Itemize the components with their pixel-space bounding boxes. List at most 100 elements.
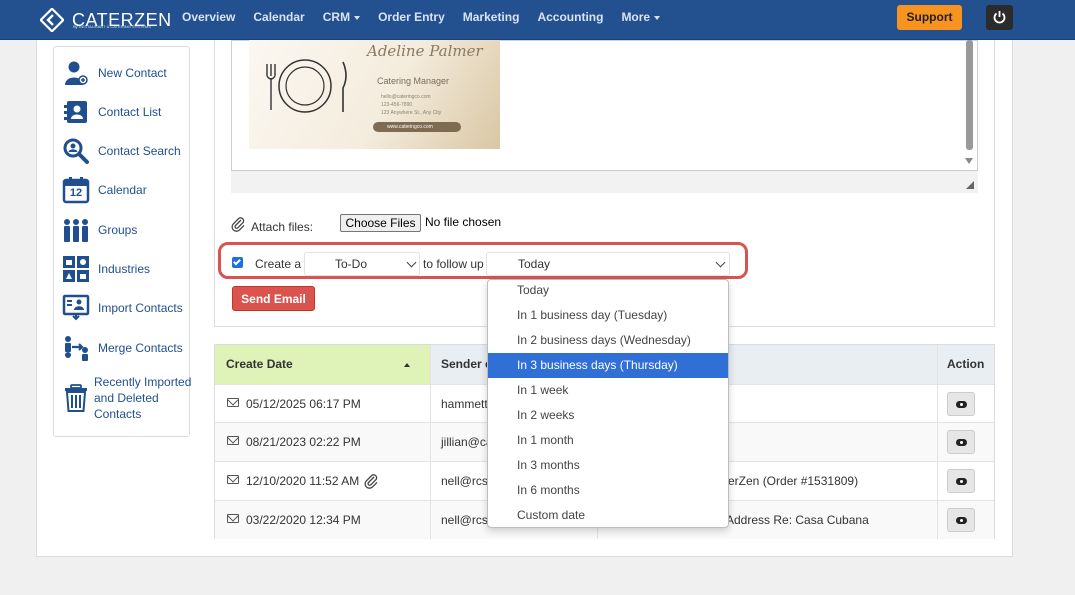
chevron-down-icon [715, 257, 726, 268]
row-subject: il Address Re: Casa Cubana [718, 513, 869, 527]
top-nav-bar: CATERZEN By RESTAURANT & CATERING SYSTEM… [0, 0, 1075, 40]
sidebar-item-label: Groups [98, 223, 138, 237]
dropdown-option[interactable]: Today [488, 278, 728, 303]
dropdown-option-highlighted[interactable]: In 3 business days (Thursday) [488, 353, 728, 378]
row-create-date: 12/10/2020 11:52 AM [246, 474, 360, 488]
sidebar-item-label: Contact List [98, 105, 162, 119]
dropdown-option[interactable]: In 6 months [488, 478, 728, 503]
sidebar-item-label: Industries [98, 262, 151, 276]
attach-files-label: Attach files: [251, 220, 314, 234]
sidebar-item-industries[interactable]: Industries [62, 254, 150, 284]
row-subject: aterZen (Order #1531809) [718, 474, 859, 488]
envelope-icon [227, 475, 239, 484]
main-nav: Overview Calendar CRM Order Entry Market… [182, 0, 678, 40]
card-website: www.cateringco.com [373, 122, 461, 132]
choose-files-button[interactable]: Choose Files [340, 214, 421, 232]
view-email-button[interactable] [947, 469, 975, 493]
attach-files-row: Attach files: [231, 214, 313, 234]
power-icon [993, 11, 1006, 24]
view-email-button[interactable] [947, 508, 975, 532]
card-title: Catering Manager [377, 76, 450, 86]
nav-accounting[interactable]: Accounting [537, 0, 603, 40]
business-card-image: Adeline Palmer Catering Manager hello@ca… [249, 40, 500, 149]
sidebar-item-groups[interactable]: Groups [62, 215, 137, 245]
sidebar-item-import-contacts[interactable]: Import Contacts [62, 293, 183, 323]
scroll-down-arrow-icon[interactable] [963, 157, 975, 165]
column-divider [937, 345, 938, 539]
dropdown-option[interactable]: Custom date [488, 503, 728, 528]
scrollbar-thumb[interactable] [966, 40, 973, 150]
send-email-button[interactable]: Send Email [232, 286, 315, 311]
dropdown-option[interactable]: In 1 week [488, 378, 728, 403]
row-sender: jillian@ca [441, 435, 493, 449]
fork-plate-knife-icon [266, 59, 347, 113]
column-header-create-date[interactable]: Create Date [215, 345, 430, 384]
followup-when-value: Today [518, 257, 551, 271]
caterzen-logo[interactable]: CATERZEN [39, 6, 172, 34]
support-button[interactable]: Support [897, 5, 962, 30]
logout-button[interactable] [986, 5, 1013, 30]
card-address: 123 Anywhere St., Any City [381, 110, 442, 116]
followup-when-select[interactable]: Today [486, 252, 730, 276]
followup-type-select[interactable]: To-Do [304, 252, 420, 276]
sidebar-item-contact-search[interactable]: Contact Search [62, 136, 181, 166]
dropdown-option[interactable]: In 1 month [488, 428, 728, 453]
chevron-down-icon [354, 15, 361, 20]
sidebar-item-label: Import Contacts [98, 301, 183, 315]
industries-icon [62, 255, 90, 283]
eye-icon [956, 401, 967, 408]
view-email-button[interactable] [947, 430, 975, 454]
nav-crm[interactable]: CRM [323, 0, 361, 40]
envelope-icon [227, 398, 239, 407]
sidebar-item-label: Contact Search [98, 144, 181, 158]
no-file-chosen-text: No file chosen [425, 215, 502, 229]
envelope-icon [227, 514, 239, 523]
card-name: Adeline Palmer [367, 42, 483, 60]
merge-contacts-icon [62, 334, 90, 362]
row-create-date: 05/12/2025 06:17 PM [246, 397, 361, 411]
nav-calendar[interactable]: Calendar [253, 0, 304, 40]
resize-handle-icon[interactable] [965, 180, 975, 190]
eye-icon [956, 478, 967, 485]
sidebar-item-recently-imported-deleted[interactable]: Recently Imported and Deleted Contacts [62, 373, 194, 423]
dropdown-option[interactable]: In 2 business days (Wednesday) [488, 328, 728, 353]
sidebar-item-merge-contacts[interactable]: Merge Contacts [62, 333, 183, 363]
logo-subtitle: By RESTAURANT & CATERING SYSTEMS [73, 24, 152, 29]
to-follow-up-label: to follow up [423, 257, 484, 271]
row-sender: hammettj [441, 397, 491, 411]
chevron-down-icon [654, 15, 661, 20]
eye-icon [956, 517, 967, 524]
nav-overview[interactable]: Overview [182, 0, 235, 40]
contact-search-icon [62, 137, 90, 165]
contact-list-icon [62, 98, 90, 126]
editor-scrollbar[interactable] [963, 40, 975, 168]
create-followup-checkbox[interactable] [232, 257, 243, 268]
sort-ascending-icon [404, 363, 410, 367]
followup-type-value: To-Do [335, 257, 368, 271]
card-email: hello@cateringco.com [381, 94, 431, 100]
nav-more[interactable]: More [621, 0, 661, 40]
calendar-day-number: 12 [69, 187, 83, 199]
column-divider [430, 345, 431, 539]
nav-marketing[interactable]: Marketing [463, 0, 520, 40]
dropdown-option[interactable]: In 3 months [488, 453, 728, 478]
nav-order-entry[interactable]: Order Entry [378, 0, 445, 40]
sidebar-item-label: New Contact [98, 66, 167, 80]
dropdown-option[interactable]: In 1 business day (Tuesday) [488, 303, 728, 328]
sidebar-item-contact-list[interactable]: Contact List [62, 97, 161, 127]
card-phone: 123-456-7890 [381, 102, 413, 108]
view-email-button[interactable] [947, 392, 975, 416]
new-contact-icon [62, 59, 90, 87]
paperclip-icon [231, 217, 245, 232]
row-create-date: 03/22/2020 12:34 PM [246, 513, 361, 527]
create-a-label: Create a [255, 257, 302, 271]
sidebar-item-new-contact[interactable]: New Contact [62, 58, 167, 88]
row-create-date: 08/21/2023 02:22 PM [246, 435, 361, 449]
row-sender: nell@rcs [441, 513, 488, 527]
attachment-icon [364, 474, 378, 489]
editor-status-bar [231, 170, 978, 193]
check-icon [233, 257, 241, 266]
eye-icon [956, 439, 967, 446]
dropdown-option[interactable]: In 2 weeks [488, 403, 728, 428]
sidebar-item-calendar[interactable]: 12 Calendar [62, 175, 147, 205]
